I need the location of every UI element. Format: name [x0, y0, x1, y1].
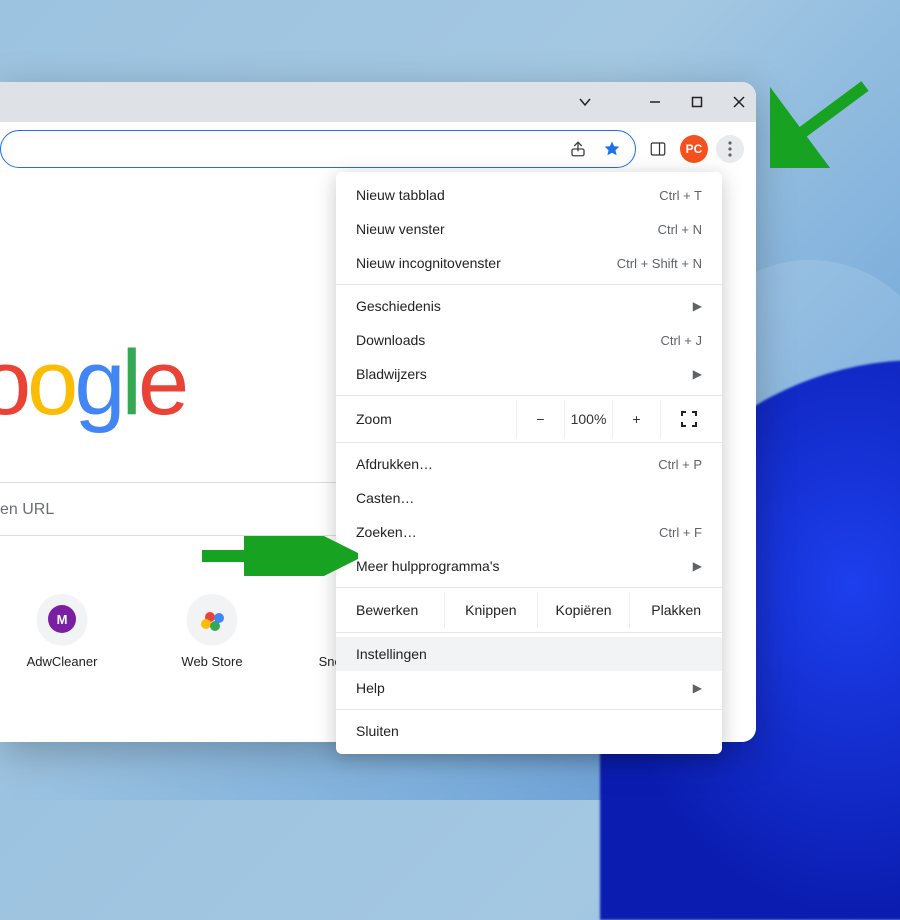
menu-label: Afdrukken…: [356, 456, 433, 472]
menu-label: Casten…: [356, 490, 414, 506]
menu-item-more-tools[interactable]: Meer hulpprogramma's ▶: [336, 549, 722, 583]
logo-letter: e: [138, 331, 185, 436]
menu-item-exit[interactable]: Sluiten: [336, 714, 722, 748]
menu-label: Sluiten: [356, 723, 399, 739]
menu-label: Downloads: [356, 332, 425, 348]
tabs-dropdown-button[interactable]: [576, 86, 594, 118]
chrome-main-menu: Nieuw tabblad Ctrl + T Nieuw venster Ctr…: [336, 172, 722, 754]
shortcut-label: Web Store: [181, 654, 242, 669]
fullscreen-icon: [681, 411, 697, 427]
menu-shortcut: Ctrl + Shift + N: [617, 256, 702, 271]
menu-label: Nieuw venster: [356, 221, 445, 237]
menu-label: Help: [356, 680, 385, 696]
chevron-right-icon: ▶: [693, 559, 702, 573]
window-close-button[interactable]: [730, 86, 748, 118]
menu-separator: [336, 587, 722, 588]
shortcut-tile[interactable]: M AdwCleaner: [6, 594, 118, 669]
profile-avatar-button[interactable]: PC: [680, 135, 708, 163]
menu-label: Geschiedenis: [356, 298, 441, 314]
browser-toolbar: PC: [0, 122, 756, 176]
menu-label: Nieuw tabblad: [356, 187, 445, 203]
menu-separator: [336, 632, 722, 633]
menu-label: Bladwijzers: [356, 366, 427, 382]
menu-label: Zoom: [356, 411, 516, 427]
window-minimize-button[interactable]: [646, 86, 664, 118]
maximize-icon: [691, 96, 703, 108]
menu-item-new-window[interactable]: Nieuw venster Ctrl + N: [336, 212, 722, 246]
menu-item-zoom: Zoom − 100% +: [336, 400, 722, 438]
menu-item-history[interactable]: Geschiedenis ▶: [336, 289, 722, 323]
menu-item-help[interactable]: Help ▶: [336, 671, 722, 705]
menu-separator: [336, 284, 722, 285]
logo-letter: l: [122, 331, 138, 436]
logo-letter: o: [27, 331, 74, 436]
fullscreen-button[interactable]: [660, 400, 716, 438]
menu-item-print[interactable]: Afdrukken… Ctrl + P: [336, 447, 722, 481]
chevron-down-icon: [579, 96, 591, 108]
zoom-out-button[interactable]: −: [516, 400, 564, 438]
minimize-icon: [649, 96, 661, 108]
search-placeholder-fragment: en URL: [0, 501, 54, 518]
menu-separator: [336, 395, 722, 396]
chevron-right-icon: ▶: [693, 681, 702, 695]
kebab-menu-icon: [728, 141, 732, 157]
menu-item-find[interactable]: Zoeken… Ctrl + F: [336, 515, 722, 549]
share-icon[interactable]: [569, 140, 587, 158]
shortcut-tile[interactable]: Web Store: [156, 594, 268, 669]
menu-shortcut: Ctrl + P: [658, 457, 702, 472]
close-icon: [733, 96, 745, 108]
logo-letter: o: [0, 331, 27, 436]
menu-label: Nieuw incognitovenster: [356, 255, 501, 271]
edit-cut-button[interactable]: Knippen: [444, 592, 537, 628]
menu-item-new-incognito[interactable]: Nieuw incognitovenster Ctrl + Shift + N: [336, 246, 722, 280]
window-maximize-button[interactable]: [688, 86, 706, 118]
chevron-right-icon: ▶: [693, 299, 702, 313]
menu-separator: [336, 709, 722, 710]
menu-shortcut: Ctrl + T: [659, 188, 702, 203]
menu-label: Meer hulpprogramma's: [356, 558, 500, 574]
menu-shortcut: Ctrl + F: [659, 525, 702, 540]
logo-letter: g: [74, 331, 121, 436]
menu-separator: [336, 442, 722, 443]
menu-item-edit-row: Bewerken Knippen Kopiëren Plakken: [336, 592, 722, 628]
zoom-in-button[interactable]: +: [612, 400, 660, 438]
annotation-arrow: [198, 536, 358, 576]
menu-item-new-tab[interactable]: Nieuw tabblad Ctrl + T: [336, 178, 722, 212]
address-bar[interactable]: [0, 130, 636, 168]
menu-item-cast[interactable]: Casten…: [336, 481, 722, 515]
zoom-value: 100%: [564, 400, 612, 438]
menu-item-settings[interactable]: Instellingen: [336, 637, 722, 671]
search-bar[interactable]: en URL: [0, 482, 340, 536]
tab-strip: [0, 82, 756, 122]
shortcut-icon: [187, 594, 237, 644]
menu-label: Instellingen: [356, 646, 427, 662]
menu-item-downloads[interactable]: Downloads Ctrl + J: [336, 323, 722, 357]
side-panel-icon: [649, 140, 667, 158]
menu-shortcut: Ctrl + J: [660, 333, 702, 348]
side-panel-button[interactable]: [644, 135, 672, 163]
shortcut-icon: M: [37, 594, 87, 644]
google-logo: oogle: [0, 331, 185, 436]
menu-label: Zoeken…: [356, 524, 417, 540]
annotation-arrow: [770, 78, 880, 168]
edit-paste-button[interactable]: Plakken: [629, 592, 722, 628]
chevron-right-icon: ▶: [693, 367, 702, 381]
edit-copy-button[interactable]: Kopiëren: [537, 592, 630, 628]
bookmark-star-icon[interactable]: [603, 140, 621, 158]
menu-item-bookmarks[interactable]: Bladwijzers ▶: [336, 357, 722, 391]
chrome-menu-button[interactable]: [716, 135, 744, 163]
avatar-initials: PC: [686, 142, 703, 156]
menu-shortcut: Ctrl + N: [658, 222, 702, 237]
shortcut-label: AdwCleaner: [27, 654, 98, 669]
menu-label: Bewerken: [336, 592, 444, 628]
